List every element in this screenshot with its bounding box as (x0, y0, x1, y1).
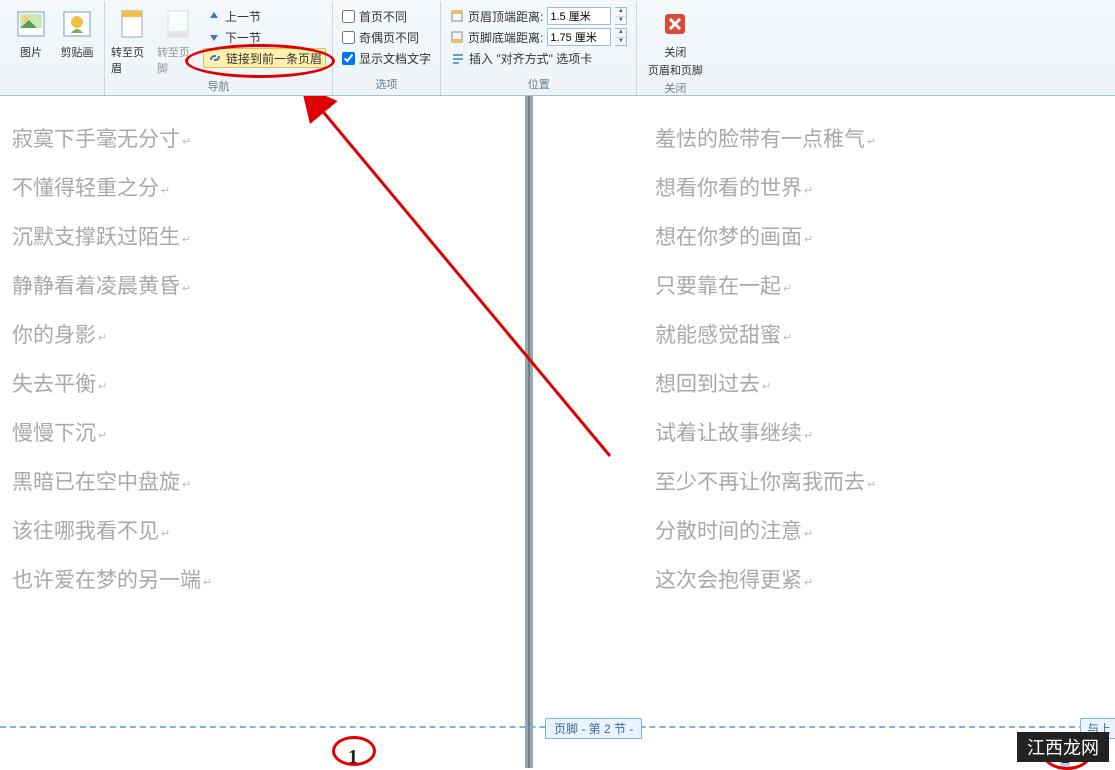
ribbon: 图片 剪贴画 转至页眉 转至页脚 (0, 0, 1115, 96)
goto-footer-icon (162, 6, 194, 42)
footer-distance-icon (450, 30, 464, 44)
ribbon-group-close: 关闭 页眉和页脚 关闭 (637, 2, 713, 95)
header-distance-input[interactable] (547, 7, 611, 25)
link-to-previous-button[interactable]: 链接到前一条页眉 (203, 48, 326, 68)
insert-picture-button[interactable]: 图片 (10, 4, 52, 60)
arrow-down-icon (206, 29, 222, 45)
body-line: 至少不再让你离我而去 (655, 459, 1055, 508)
ribbon-group-position-label: 位置 (447, 74, 630, 95)
body-line: 分散时间的注意 (655, 508, 1055, 557)
footer-section-tab: 页脚 - 第 2 节 - (545, 718, 642, 739)
ribbon-group-insert-label (10, 78, 98, 95)
link-icon (207, 50, 223, 66)
options-stack: 首页不同 奇偶页不同 显示文档文字 (339, 4, 434, 68)
insert-align-tab-label: 插入 "对齐方式" 选项卡 (469, 50, 592, 67)
next-section-button[interactable]: 下一节 (203, 27, 326, 47)
body-line: 试着让故事继续 (655, 410, 1055, 459)
body-line: 失去平衡 (12, 361, 520, 410)
insert-align-tab-button[interactable]: 插入 "对齐方式" 选项卡 (447, 48, 630, 68)
body-line: 慢慢下沉 (12, 410, 520, 459)
close-header-footer-button[interactable]: 关闭 页眉和页脚 (643, 4, 707, 78)
clipart-icon (61, 6, 93, 42)
body-line: 不懂得轻重之分 (12, 165, 520, 214)
document-area: 寂寞下手毫无分寸不懂得轻重之分沉默支撑跃过陌生静静看着凌晨黄昏你的身影失去平衡慢… (0, 96, 1115, 768)
footer-distance-spinner[interactable]: ▲▼ (615, 28, 627, 46)
link-to-previous-label: 链接到前一条页眉 (226, 50, 322, 67)
nav-small-buttons: 上一节 下一节 链接到前一条页眉 (203, 4, 326, 68)
header-distance-icon (450, 9, 464, 23)
prev-section-button[interactable]: 上一节 (203, 6, 326, 26)
odd-even-different-label: 奇偶页不同 (359, 29, 419, 46)
body-line: 想看你看的世界 (655, 165, 1055, 214)
insert-clipart-label: 剪贴画 (61, 44, 94, 60)
prev-section-label: 上一节 (225, 8, 261, 25)
ribbon-group-nav-label: 导航 (111, 76, 326, 97)
arrow-up-icon (206, 8, 222, 24)
footer-distance-input[interactable] (547, 28, 611, 46)
ribbon-group-options: 首页不同 奇偶页不同 显示文档文字 选项 (333, 2, 441, 95)
spinner-down-icon[interactable]: ▼ (615, 38, 626, 46)
goto-footer-label: 转至页脚 (157, 44, 199, 76)
body-line: 黑暗已在空中盘旋 (12, 459, 520, 508)
body-line: 想在你梦的画面 (655, 214, 1055, 263)
goto-header-button[interactable]: 转至页眉 (111, 4, 153, 76)
ribbon-group-options-label: 选项 (339, 74, 434, 95)
page-right-content: 羞怯的脸带有一点稚气想看你看的世界想在你梦的画面只要靠在一起就能感觉甜蜜想回到过… (535, 96, 1055, 606)
body-line: 也许爱在梦的另一端 (12, 557, 520, 606)
body-line: 你的身影 (12, 312, 520, 361)
page-separator (525, 96, 533, 768)
body-line: 沉默支撑跃过陌生 (12, 214, 520, 263)
header-distance-label: 页眉顶端距离: (468, 8, 543, 25)
body-line: 寂寞下手毫无分寸 (12, 116, 520, 165)
spinner-down-icon[interactable]: ▼ (615, 17, 626, 25)
show-doc-text-checkbox[interactable]: 显示文档文字 (339, 48, 434, 68)
body-line: 羞怯的脸带有一点稚气 (655, 116, 1055, 165)
spinner-up-icon[interactable]: ▲ (615, 29, 626, 38)
first-page-different-checkbox[interactable]: 首页不同 (339, 6, 434, 26)
goto-header-icon (116, 6, 148, 42)
footer-distance-label: 页脚底端距离: (468, 29, 543, 46)
next-section-label: 下一节 (225, 29, 261, 46)
insert-picture-label: 图片 (20, 44, 42, 60)
odd-even-different-checkbox[interactable]: 奇偶页不同 (339, 27, 434, 47)
show-doc-text-input[interactable] (342, 52, 355, 65)
body-line: 只要靠在一起 (655, 263, 1055, 312)
goto-header-label: 转至页眉 (111, 44, 153, 76)
goto-footer-button: 转至页脚 (157, 4, 199, 76)
body-line: 该往哪我看不见 (12, 508, 520, 557)
ribbon-group-nav: 转至页眉 转至页脚 上一节 下一节 (105, 2, 333, 95)
show-doc-text-label: 显示文档文字 (359, 50, 431, 67)
picture-icon (15, 6, 47, 42)
close-icon (659, 6, 691, 42)
footer-distance-row: 页脚底端距离: ▲▼ (447, 27, 630, 47)
watermark: 江西龙网 (1017, 732, 1109, 762)
page-left: 寂寞下手毫无分寸不懂得轻重之分沉默支撑跃过陌生静静看着凌晨黄昏你的身影失去平衡慢… (0, 96, 520, 606)
close-hf-label2: 页眉和页脚 (648, 62, 703, 78)
align-tab-icon (450, 50, 466, 66)
body-line: 静静看着凌晨黄昏 (12, 263, 520, 312)
odd-even-different-input[interactable] (342, 31, 355, 44)
ribbon-group-position: 页眉顶端距离: ▲▼ 页脚底端距离: ▲▼ 插入 "对齐方式" (441, 2, 637, 95)
insert-clipart-button[interactable]: 剪贴画 (56, 4, 98, 60)
body-line: 就能感觉甜蜜 (655, 312, 1055, 361)
first-page-different-label: 首页不同 (359, 8, 407, 25)
body-line: 这次会抱得更紧 (655, 557, 1055, 606)
page-right: 羞怯的脸带有一点稚气想看你看的世界想在你梦的画面只要靠在一起就能感觉甜蜜想回到过… (535, 96, 1055, 606)
spinner-up-icon[interactable]: ▲ (615, 8, 626, 17)
page-number-left[interactable]: 1 (348, 746, 358, 769)
body-line: 想回到过去 (655, 361, 1055, 410)
position-stack: 页眉顶端距离: ▲▼ 页脚底端距离: ▲▼ 插入 "对齐方式" (447, 4, 630, 68)
page-left-content: 寂寞下手毫无分寸不懂得轻重之分沉默支撑跃过陌生静静看着凌晨黄昏你的身影失去平衡慢… (0, 96, 520, 606)
ribbon-group-insert: 图片 剪贴画 (4, 2, 105, 95)
header-distance-spinner[interactable]: ▲▼ (615, 7, 627, 25)
first-page-different-input[interactable] (342, 10, 355, 23)
header-distance-row: 页眉顶端距离: ▲▼ (447, 6, 630, 26)
close-hf-label1: 关闭 (664, 44, 686, 60)
